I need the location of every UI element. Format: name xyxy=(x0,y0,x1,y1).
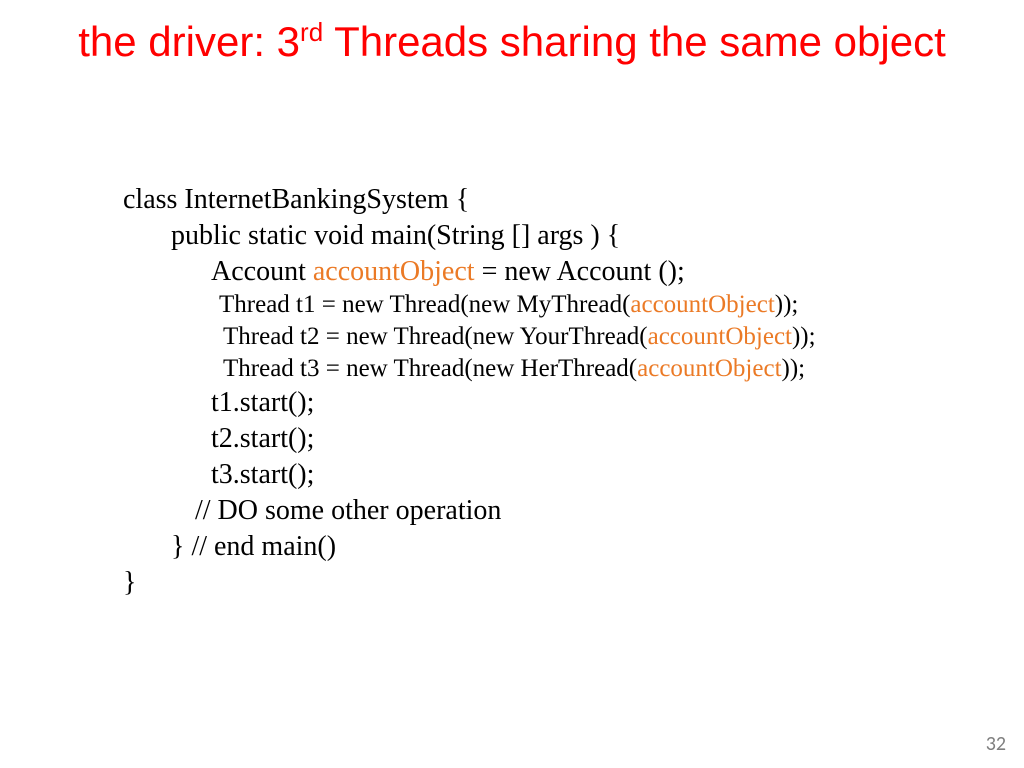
code-line: class InternetBankingSystem { xyxy=(123,182,816,218)
code-line: t2.start(); xyxy=(123,421,816,457)
title-part2: Threads sharing the same object xyxy=(323,18,946,65)
code-line: Thread t2 = new Thread(new YourThread(ac… xyxy=(123,321,816,353)
code-highlight: accountObject xyxy=(630,291,774,318)
code-text: Thread t2 = new Thread(new YourThread( xyxy=(223,323,648,350)
code-highlight: accountObject xyxy=(313,256,475,287)
code-text: Thread t3 = new Thread(new HerThread( xyxy=(223,355,637,382)
slide: the driver: 3rd Threads sharing the same… xyxy=(0,0,1024,768)
code-text: )); xyxy=(792,323,816,350)
code-text: Account xyxy=(211,256,313,287)
code-line: public static void main(String [] args )… xyxy=(123,218,816,254)
title-superscript: rd xyxy=(300,17,323,47)
code-line: t3.start(); xyxy=(123,457,816,493)
code-line: t1.start(); xyxy=(123,385,816,421)
code-text: Thread t1 = new Thread(new MyThread( xyxy=(219,291,630,318)
code-line: } // end main() xyxy=(123,529,816,565)
code-line: Account accountObject = new Account (); xyxy=(123,254,816,290)
title-part1: the driver: 3 xyxy=(78,18,300,65)
code-line: // DO some other operation xyxy=(123,493,816,529)
code-highlight: accountObject xyxy=(648,323,792,350)
code-line: } xyxy=(123,565,816,601)
code-text: )); xyxy=(775,291,799,318)
code-line: Thread t3 = new Thread(new HerThread(acc… xyxy=(123,353,816,385)
code-text: = new Account (); xyxy=(475,256,685,287)
code-highlight: accountObject xyxy=(637,355,781,382)
code-line: Thread t1 = new Thread(new MyThread(acco… xyxy=(123,289,816,321)
code-text: )); xyxy=(782,355,806,382)
slide-title: the driver: 3rd Threads sharing the same… xyxy=(0,0,1024,66)
code-block: class InternetBankingSystem { public sta… xyxy=(123,182,816,600)
page-number: 32 xyxy=(986,732,1006,756)
